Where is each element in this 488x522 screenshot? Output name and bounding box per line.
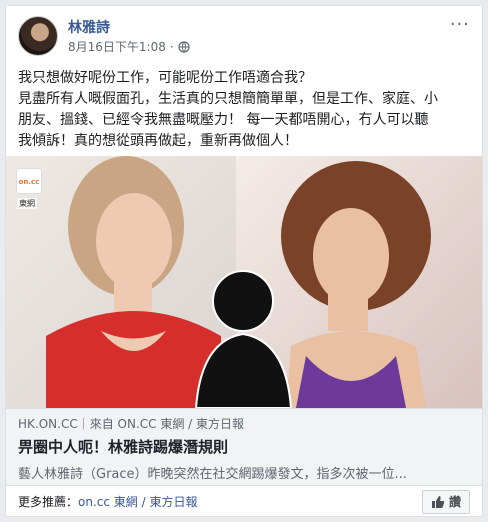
post-timestamp[interactable]: 8月16日下午1:08 — [68, 38, 166, 55]
like-button[interactable]: 讚 — [421, 489, 470, 514]
author-name[interactable]: 林雅詩 — [68, 17, 110, 37]
more-icon[interactable]: ··· — [450, 16, 470, 34]
meta-separator: · — [169, 39, 174, 54]
post-footer: 更多推薦：on.cc 東網 / 東方日報 讚 — [6, 486, 482, 517]
post-text-line: 我傾訴！真的想從頭再做起，重新再做個人！ — [18, 133, 298, 149]
link-domain: HK.ON.CC｜來自 ON.CC 東網 / 東方日報 — [18, 417, 244, 431]
thumbs-up-icon — [431, 495, 445, 508]
more-recommendations-label: 更多推薦： — [18, 495, 79, 509]
post-text: 我只想做好呢份工作，可能呢份工作唔適合我？ 見盡所有人嘅假面孔，生活真的只想簡簡… — [18, 68, 474, 152]
globe-icon — [178, 40, 190, 53]
more-recommendations-link[interactable]: on.cc 東網 / 東方日報 — [78, 495, 197, 509]
link-info[interactable]: HK.ON.CC｜來自 ON.CC 東網 / 東方日報 畀圈中人呃！林雅詩踢爆潛… — [6, 408, 482, 486]
post-card: 林雅詩 8月16日下午1:08 · ··· 我只想做好呢份工作，可能呢份工作唔適… — [5, 5, 483, 517]
link-preview-image[interactable]: on.cc 東網 — [6, 156, 482, 408]
post-text-line: 我只想做好呢份工作，可能呢份工作唔適合我？ — [18, 70, 312, 86]
oncc-logo: on.cc — [16, 168, 42, 194]
oncc-logo-caption: 東網 — [17, 198, 37, 209]
preview-photo — [6, 156, 482, 408]
link-title[interactable]: 畀圈中人呃！林雅詩踢爆潛規則 — [18, 436, 470, 457]
more-recommendations: 更多推薦：on.cc 東網 / 東方日報 — [18, 493, 197, 510]
post-header: 林雅詩 8月16日下午1:08 · ··· — [18, 16, 470, 58]
like-label: 讚 — [448, 495, 461, 509]
link-description: 藝人林雅詩（Grace）昨晚突然在社交網踢爆發文，指多次被一位... — [18, 467, 407, 482]
post-meta: 8月16日下午1:08 · — [68, 38, 190, 55]
post-text-line: 朋友、搵錢、已經令我無盡嘅壓力！ 每一天都唔開心，冇人可以聽 — [18, 112, 429, 128]
post-text-line: 見盡所有人嘅假面孔，生活真的只想簡簡單單，但是工作、家庭、小 — [18, 91, 438, 107]
avatar[interactable] — [18, 16, 58, 56]
